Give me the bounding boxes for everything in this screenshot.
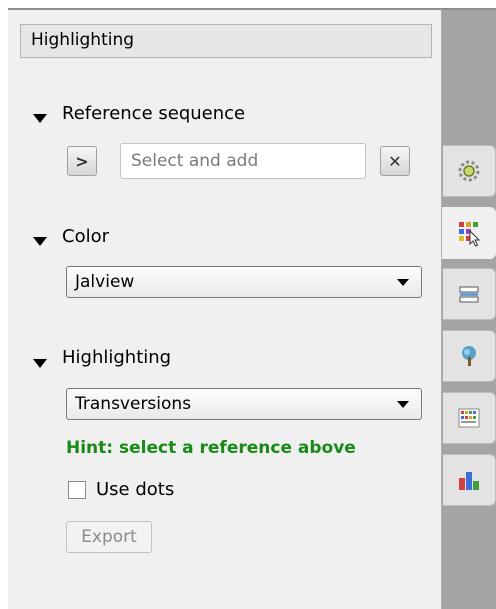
tab-statistics[interactable] bbox=[443, 454, 496, 506]
collapse-arrow-icon[interactable] bbox=[33, 359, 47, 368]
tab-tree-settings[interactable] bbox=[443, 330, 496, 382]
color-scheme-select[interactable]: Jalview bbox=[66, 266, 422, 298]
chevron-down-icon bbox=[397, 401, 409, 408]
tab-general-settings[interactable] bbox=[443, 145, 496, 197]
use-dots-label[interactable]: Use dots bbox=[96, 479, 174, 500]
chevron-right-icon: > bbox=[75, 151, 89, 171]
hint-text: Hint: select a reference above bbox=[66, 438, 356, 458]
clear-button[interactable]: ✕ bbox=[380, 146, 410, 176]
collapse-arrow-icon[interactable] bbox=[33, 114, 47, 123]
bar-chart-icon bbox=[459, 472, 479, 490]
settings-panel bbox=[8, 8, 442, 609]
gear-icon bbox=[458, 160, 480, 182]
tab-alignment-settings[interactable] bbox=[443, 268, 496, 320]
close-icon: ✕ bbox=[388, 151, 402, 171]
highlighting-title[interactable]: Highlighting bbox=[62, 347, 171, 368]
collapse-arrow-icon[interactable] bbox=[33, 237, 47, 246]
reference-search-input[interactable]: Select and add bbox=[120, 143, 366, 179]
color-title[interactable]: Color bbox=[62, 226, 109, 247]
alignment-rows-icon bbox=[459, 286, 479, 303]
color-scheme-value: Jalview bbox=[75, 272, 135, 292]
reference-sequence-title[interactable]: Reference sequence bbox=[62, 103, 245, 124]
color-grid-cursor-icon bbox=[459, 222, 481, 247]
panel-title: Highlighting bbox=[31, 30, 135, 50]
highlighting-value: Transversions bbox=[75, 394, 192, 414]
use-dots-checkbox[interactable] bbox=[68, 481, 86, 499]
reference-search-placeholder: Select and add bbox=[131, 151, 259, 171]
tab-color-settings[interactable] bbox=[442, 207, 496, 259]
tree-icon bbox=[462, 346, 476, 366]
export-button[interactable]: Export bbox=[66, 521, 152, 553]
highlighting-select[interactable]: Transversions bbox=[66, 388, 422, 420]
expand-button[interactable]: > bbox=[67, 146, 97, 176]
tab-sequence-settings[interactable] bbox=[443, 392, 496, 444]
sequence-grid-icon bbox=[458, 408, 480, 428]
panel-header: Highlighting bbox=[20, 24, 432, 58]
chevron-down-icon bbox=[397, 279, 409, 286]
